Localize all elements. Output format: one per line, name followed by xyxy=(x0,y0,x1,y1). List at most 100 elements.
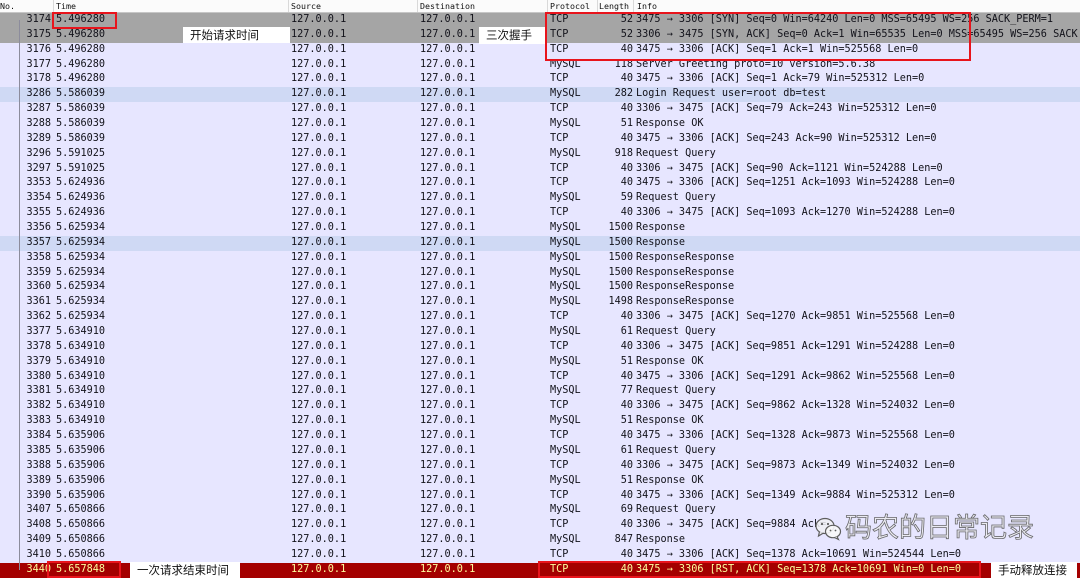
packet-row[interactable]: 3289 5.586039 127.0.0.1 127.0.0.1 TCP 40 3475 … xyxy=(0,131,1080,147)
packet-length: 1498 xyxy=(608,296,633,308)
packet-source: 127.0.0.1 xyxy=(291,296,347,308)
packet-destination: 127.0.0.1 xyxy=(420,58,476,70)
column-header-length[interactable]: Length xyxy=(599,0,629,12)
packet-row[interactable]: 3286 5.586039 127.0.0.1 127.0.0.1 MySQL 282 Lo… xyxy=(0,87,1080,103)
packet-destination: 127.0.0.1 xyxy=(420,311,476,323)
rst-packet-highlight-box xyxy=(538,561,981,578)
packet-length: 51 xyxy=(620,118,633,130)
packet-time: 5.634910 xyxy=(56,340,106,352)
column-header-no[interactable]: No. xyxy=(0,0,15,12)
packet-time: 5.624936 xyxy=(56,177,106,189)
packet-row[interactable]: 3361 5.625934 127.0.0.1 127.0.0.1 MySQL 1498 R… xyxy=(0,295,1080,311)
packet-protocol: MySQL xyxy=(550,251,581,263)
packet-row[interactable]: 3355 5.624936 127.0.0.1 127.0.0.1 TCP 40 3306 … xyxy=(0,206,1080,222)
column-resize-handle[interactable] xyxy=(417,0,418,12)
packet-destination: 127.0.0.1 xyxy=(420,519,476,531)
packet-source: 127.0.0.1 xyxy=(291,118,347,130)
packet-destination: 127.0.0.1 xyxy=(420,370,476,382)
packet-time: 5.624936 xyxy=(56,192,106,204)
column-header-time[interactable]: Time xyxy=(56,0,76,12)
packet-row[interactable]: 3354 5.624936 127.0.0.1 127.0.0.1 MySQL 59 Req… xyxy=(0,191,1080,207)
packet-row[interactable]: 3388 5.635906 127.0.0.1 127.0.0.1 TCP 40 3306 … xyxy=(0,458,1080,474)
packet-row[interactable]: 3383 5.634910 127.0.0.1 127.0.0.1 MySQL 51 Res… xyxy=(0,414,1080,430)
packet-protocol: TCP xyxy=(550,430,569,442)
packet-length: 51 xyxy=(620,474,633,486)
packet-row[interactable]: 3357 5.625934 127.0.0.1 127.0.0.1 MySQL 1500 R… xyxy=(0,235,1080,251)
packet-destination: 127.0.0.1 xyxy=(420,266,476,278)
packet-info: 3306 → 3475 [ACK] Seq=90 Ack=1121 Win=52… xyxy=(636,162,943,174)
packet-row[interactable]: 3296 5.591025 127.0.0.1 127.0.0.1 MySQL 918 Re… xyxy=(0,146,1080,162)
column-header-protocol[interactable]: Protocol xyxy=(550,0,590,12)
packet-protocol: TCP xyxy=(550,177,569,189)
packet-time: 5.634910 xyxy=(56,370,106,382)
packet-source: 127.0.0.1 xyxy=(291,548,347,560)
packet-number: 3361 xyxy=(26,296,51,308)
packet-info: Response OK xyxy=(636,118,704,130)
packet-number: 3358 xyxy=(26,251,51,263)
packet-length: 40 xyxy=(620,207,633,219)
packet-protocol: MySQL xyxy=(550,415,581,427)
packet-protocol: MySQL xyxy=(550,385,581,397)
packet-row[interactable]: 3384 5.635906 127.0.0.1 127.0.0.1 TCP 40 3475 … xyxy=(0,429,1080,444)
packet-source: 127.0.0.1 xyxy=(291,147,347,159)
packet-row[interactable]: 3287 5.586039 127.0.0.1 127.0.0.1 TCP 40 3306 … xyxy=(0,102,1080,118)
packet-info: 3306 → 3475 [ACK] Seq=79 Ack=243 Win=525… xyxy=(636,103,937,115)
packet-destination: 127.0.0.1 xyxy=(420,73,476,85)
packet-row[interactable]: 3389 5.635906 127.0.0.1 127.0.0.1 MySQL 51 Res… xyxy=(0,473,1080,489)
packet-source: 127.0.0.1 xyxy=(291,192,347,204)
column-resize-handle[interactable] xyxy=(547,0,548,12)
packet-info: Response OK xyxy=(636,355,704,367)
packet-time: 5.635906 xyxy=(56,444,106,456)
packet-number: 3383 xyxy=(26,415,51,427)
packet-source: 127.0.0.1 xyxy=(291,385,347,397)
packet-length: 69 xyxy=(620,504,633,516)
packet-protocol: TCP xyxy=(550,489,569,501)
column-header-info[interactable]: Info xyxy=(637,0,657,12)
packet-row[interactable]: 3378 5.634910 127.0.0.1 127.0.0.1 TCP 40 3306 … xyxy=(0,339,1080,355)
packet-info: 3306 → 3475 [ACK] Seq=9873 Ack=1349 Win=… xyxy=(636,459,955,471)
packet-number: 3380 xyxy=(26,370,51,382)
packet-row[interactable]: 3353 5.624936 127.0.0.1 127.0.0.1 TCP 40 3475 … xyxy=(0,176,1080,192)
column-resize-handle[interactable] xyxy=(633,0,634,12)
packet-source: 127.0.0.1 xyxy=(291,58,347,70)
packet-row[interactable]: 3382 5.634910 127.0.0.1 127.0.0.1 TCP 40 3306 … xyxy=(0,399,1080,415)
packet-info: Response OK xyxy=(636,415,704,427)
packet-row[interactable]: 3288 5.586039 127.0.0.1 127.0.0.1 MySQL 51 Res… xyxy=(0,117,1080,132)
packet-number: 3384 xyxy=(26,430,51,442)
packet-protocol: MySQL xyxy=(550,222,581,234)
packet-info: Response xyxy=(636,222,686,234)
wechat-icon xyxy=(815,517,842,541)
packet-row[interactable]: 3381 5.634910 127.0.0.1 127.0.0.1 MySQL 77 Req… xyxy=(0,384,1080,400)
packet-info: Request Query xyxy=(636,192,716,204)
column-resize-handle[interactable] xyxy=(597,0,598,12)
packet-length: 40 xyxy=(620,162,633,174)
packet-length: 1500 xyxy=(608,266,633,278)
packet-time: 5.635906 xyxy=(56,489,106,501)
packet-row[interactable]: 3360 5.625934 127.0.0.1 127.0.0.1 MySQL 1500 R… xyxy=(0,280,1080,296)
packet-destination: 127.0.0.1 xyxy=(420,251,476,263)
packet-number: 3175 xyxy=(26,28,51,40)
column-header-destination[interactable]: Destination xyxy=(420,0,475,12)
packet-row[interactable]: 3380 5.634910 127.0.0.1 127.0.0.1 TCP 40 3475 … xyxy=(0,369,1080,385)
packet-destination: 127.0.0.1 xyxy=(420,504,476,516)
packet-row[interactable]: 3362 5.625934 127.0.0.1 127.0.0.1 TCP 40 3306 … xyxy=(0,310,1080,326)
packet-destination: 127.0.0.1 xyxy=(420,563,476,575)
packet-row[interactable]: 3358 5.625934 127.0.0.1 127.0.0.1 MySQL 1500 R… xyxy=(0,250,1080,266)
column-resize-handle[interactable] xyxy=(53,0,54,12)
packet-row[interactable]: 3379 5.634910 127.0.0.1 127.0.0.1 MySQL 51 Res… xyxy=(0,354,1080,370)
packet-row[interactable]: 3390 5.635906 127.0.0.1 127.0.0.1 TCP 40 3475 … xyxy=(0,488,1080,504)
packet-row[interactable]: 3385 5.635906 127.0.0.1 127.0.0.1 MySQL 61 Req… xyxy=(0,443,1080,459)
column-resize-handle[interactable] xyxy=(288,0,289,12)
packet-row[interactable]: 3359 5.625934 127.0.0.1 127.0.0.1 MySQL 1500 R… xyxy=(0,265,1080,281)
packet-row[interactable]: 3356 5.625934 127.0.0.1 127.0.0.1 MySQL 1500 R… xyxy=(0,221,1080,236)
column-header-source[interactable]: Source xyxy=(291,0,321,12)
packet-info: ResponseResponse xyxy=(636,281,735,293)
packet-source: 127.0.0.1 xyxy=(291,311,347,323)
packet-row[interactable]: 3178 5.496280 127.0.0.1 127.0.0.1 TCP 40 3475 … xyxy=(0,72,1080,88)
packet-info: 3475 → 3306 [ACK] Seq=1328 Ack=9873 Win=… xyxy=(636,430,955,442)
packet-row[interactable]: 3377 5.634910 127.0.0.1 127.0.0.1 MySQL 61 Req… xyxy=(0,325,1080,340)
packet-row[interactable]: 3297 5.591025 127.0.0.1 127.0.0.1 TCP 40 3306 … xyxy=(0,161,1080,177)
packet-time: 5.496280 xyxy=(56,43,106,55)
packet-protocol: MySQL xyxy=(550,326,581,338)
packet-source: 127.0.0.1 xyxy=(291,88,347,100)
